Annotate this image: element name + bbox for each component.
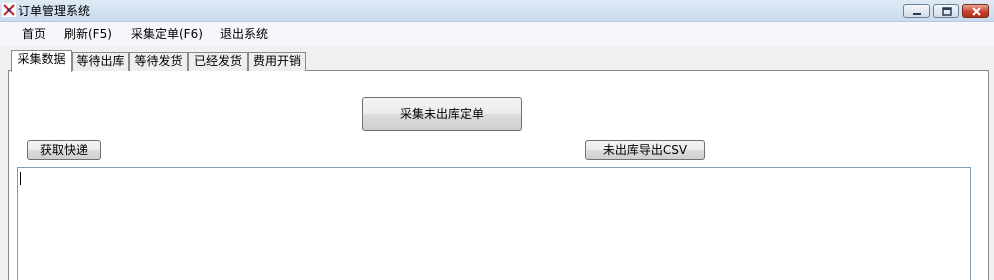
tab-awaiting-outbound[interactable]: 等待出库 xyxy=(72,52,129,71)
tab-awaiting-shipment[interactable]: 等待发货 xyxy=(129,52,188,71)
maximize-button[interactable] xyxy=(933,4,959,18)
get-express-button[interactable]: 获取快递 xyxy=(27,140,101,160)
title-bar: 订单管理系统 xyxy=(0,0,994,22)
tab-expenses[interactable]: 费用开销 xyxy=(248,52,306,71)
close-button[interactable] xyxy=(962,4,989,18)
maximize-icon xyxy=(942,7,952,16)
output-textarea[interactable] xyxy=(17,167,971,280)
minimize-button[interactable] xyxy=(903,4,930,18)
window-title: 订单管理系统 xyxy=(18,4,91,18)
app-window: 订单管理系统 首页 刷新(F5) 采集定单(F6) 退出系统 采集数据 等待出库 xyxy=(0,0,994,280)
menu-bar: 首页 刷新(F5) 采集定单(F6) 退出系统 xyxy=(0,22,994,46)
export-csv-button[interactable]: 未出库导出CSV xyxy=(585,140,705,160)
collect-unshipped-orders-button[interactable]: 采集未出库定单 xyxy=(362,97,522,131)
app-logo-icon xyxy=(2,3,16,17)
tab-shipped[interactable]: 已经发货 xyxy=(188,52,248,71)
minimize-icon xyxy=(913,13,921,15)
close-icon xyxy=(972,7,981,16)
menu-exit[interactable]: 退出系统 xyxy=(220,26,268,42)
menu-refresh[interactable]: 刷新(F5) xyxy=(64,26,112,42)
text-caret xyxy=(20,172,21,185)
menu-home[interactable]: 首页 xyxy=(22,26,46,42)
tab-collect-data[interactable]: 采集数据 xyxy=(11,50,72,72)
menu-collect-orders[interactable]: 采集定单(F6) xyxy=(131,26,203,42)
